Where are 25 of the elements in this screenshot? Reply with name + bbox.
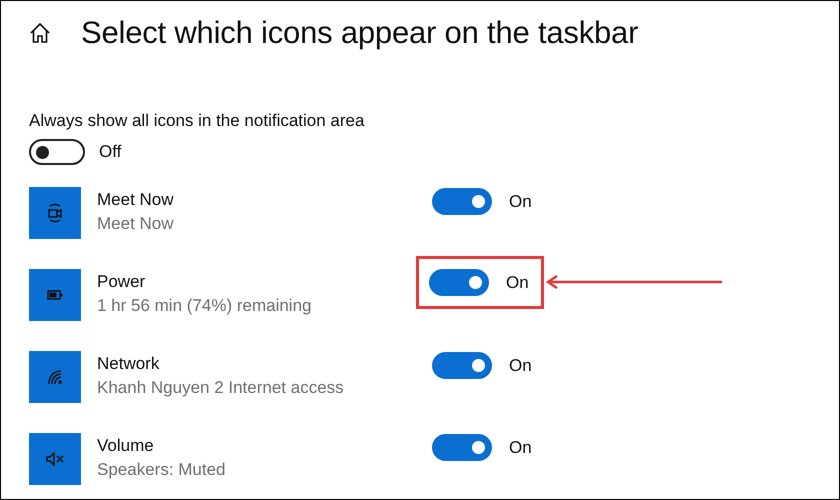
wifi-icon [47,369,63,385]
item-name: Volume [97,436,155,456]
item-name: Power [97,272,146,292]
item-name: Network [97,354,160,374]
toggle-switch[interactable] [432,352,492,379]
speaker-muted-icon [46,452,64,466]
item-detail: Speakers: Muted [97,460,227,480]
toggle-switch[interactable] [432,434,492,461]
toggle-switch[interactable] [29,139,85,165]
home-icon[interactable] [29,22,51,44]
setting-label: Always show all icons in the notification area [29,111,366,131]
video-call-icon [47,203,63,223]
item-name: Meet Now [97,190,175,210]
toggle-state: On [509,356,532,376]
page-title: Select which icons appear on the taskbar [81,15,638,51]
battery-icon [47,290,63,300]
toggle-state: On [509,438,532,458]
toggle-state: Off [99,142,122,162]
item-detail: 1 hr 56 min (74%) remaining [97,296,312,316]
toggle-switch[interactable] [429,269,489,296]
item-detail: Khanh Nguyen 2 Internet access [97,378,345,398]
toggle-state: On [509,192,532,212]
toggle-switch[interactable] [432,188,492,215]
toggle-state: On [506,272,529,292]
item-detail: Meet Now [97,214,175,234]
